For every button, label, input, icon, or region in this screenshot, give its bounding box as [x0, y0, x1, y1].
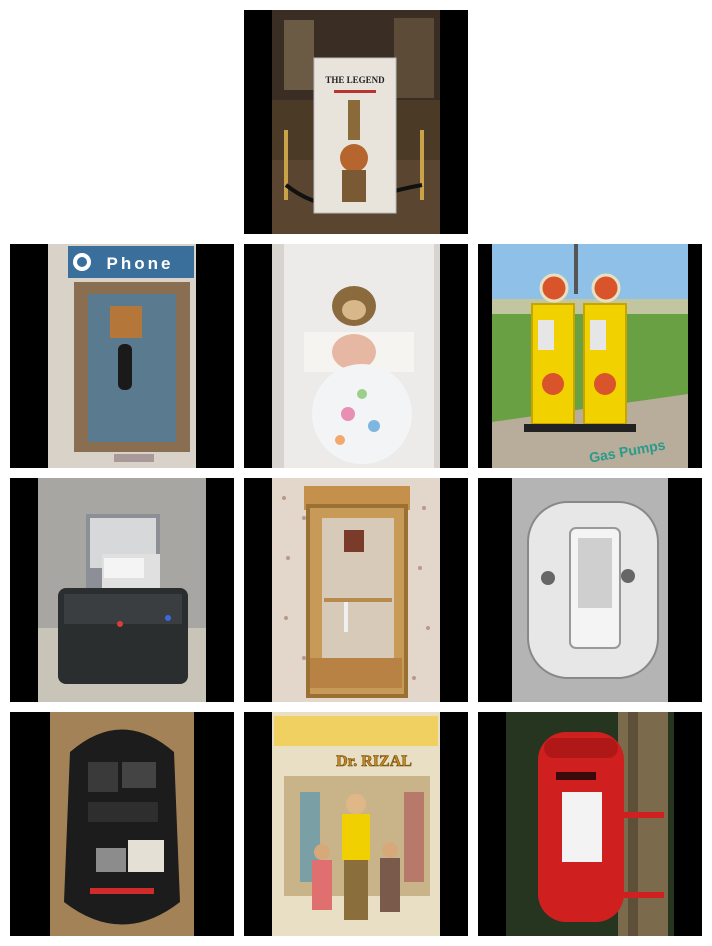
image-tile-post-box	[478, 712, 702, 936]
image-tile-camera-backpack	[10, 712, 234, 936]
camera-backpack-image	[10, 712, 234, 936]
museum-sign-text: THE LEGEND	[325, 75, 385, 85]
payphone-sign-text: Phone	[107, 254, 174, 273]
payphone-image: Phone	[10, 244, 234, 468]
image-tile-museum-display: THE LEGEND	[244, 10, 468, 234]
light-switch-image	[478, 478, 702, 702]
image-tile-light-switch	[478, 478, 702, 702]
image-tile-wall-cabinet	[244, 478, 468, 702]
post-box-image	[478, 712, 702, 936]
image-tile-baby-crib	[244, 244, 468, 468]
image-tile-payphone: Phone	[10, 244, 234, 468]
image-tile-gas-pumps: Gas Pumps	[478, 244, 702, 468]
comic-cover-title: Dr. RIZAL	[336, 753, 412, 770]
comic-cover-image: Dr. RIZAL	[244, 712, 468, 936]
wall-cabinet-image	[244, 478, 468, 702]
museum-display-image: THE LEGEND	[244, 10, 468, 234]
image-tile-comic-cover: Dr. RIZAL	[244, 712, 468, 936]
baby-crib-image	[244, 244, 468, 468]
hard-drive-dock-image	[10, 478, 234, 702]
gas-pumps-image: Gas Pumps	[478, 244, 702, 468]
image-tile-hard-drive-dock	[10, 478, 234, 702]
